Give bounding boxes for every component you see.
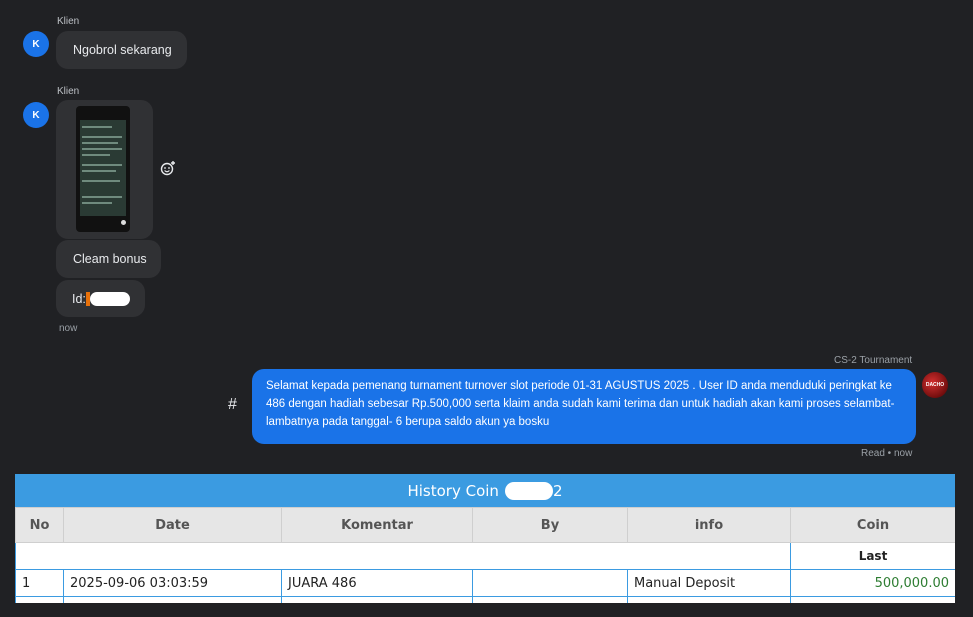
message-bubble[interactable]: Ngobrol sekarang: [56, 31, 187, 69]
redacted-id: [89, 291, 130, 306]
message-text: Selamat kepada pemenang turnament turnov…: [266, 380, 895, 428]
empty-cell: [15, 542, 791, 570]
last-label: Last: [790, 542, 955, 570]
history-coin-panel: History Coin 2 No Date Komentar By info …: [15, 474, 955, 603]
image-attachment[interactable]: [56, 100, 153, 239]
table-row[interactable]: 1 2025-09-06 03:03:59 JUARA 486 Manual D…: [15, 569, 955, 597]
screenshot-thumbnail: [76, 106, 130, 232]
cell-no: 1: [15, 569, 64, 597]
column-header-by[interactable]: By: [472, 507, 628, 543]
column-header-info[interactable]: info: [627, 507, 791, 543]
read-status: Read • now: [861, 448, 913, 459]
column-header-date[interactable]: Date: [63, 507, 282, 543]
message-text: Id:: [72, 291, 86, 306]
message-text: Ngobrol sekarang: [73, 43, 172, 57]
avatar[interactable]: K: [23, 31, 49, 57]
message-bubble[interactable]: Cleam bonus: [56, 240, 161, 278]
avatar[interactable]: DACHO: [922, 372, 948, 398]
table-header-row: No Date Komentar By info Coin: [15, 507, 955, 543]
message-text: Cleam bonus: [73, 252, 147, 266]
cell-info: Manual Deposit: [627, 569, 791, 597]
history-title-prefix: History Coin: [407, 481, 499, 500]
history-title: History Coin 2: [15, 474, 955, 507]
avatar[interactable]: K: [23, 102, 49, 128]
sender-name: Klien: [57, 86, 80, 97]
redacted-user: [504, 481, 553, 500]
sender-name: Klien: [57, 16, 80, 27]
message-timestamp: now: [59, 323, 78, 334]
table-row: [15, 596, 955, 603]
sender-name: CS-2 Tournament: [834, 355, 913, 366]
hash-icon[interactable]: #: [228, 396, 237, 414]
history-title-suffix: 2: [552, 481, 563, 500]
cell-by: [472, 569, 628, 597]
add-reaction-icon[interactable]: [160, 160, 176, 176]
cell-coin: 500,000.00: [790, 569, 955, 597]
avatar-logo-text: DACHO: [925, 382, 945, 388]
history-table: No Date Komentar By info Coin Last 1 202…: [15, 507, 955, 603]
table-row-last: Last: [15, 542, 955, 570]
message-bubble[interactable]: Selamat kepada pemenang turnament turnov…: [252, 369, 916, 444]
column-header-no[interactable]: No: [15, 507, 64, 543]
message-bubble[interactable]: Id:: [56, 280, 145, 317]
column-header-komentar[interactable]: Komentar: [281, 507, 473, 543]
cell-komentar: JUARA 486: [281, 569, 473, 597]
column-header-coin[interactable]: Coin: [790, 507, 955, 543]
cell-date: 2025-09-06 03:03:59: [63, 569, 282, 597]
